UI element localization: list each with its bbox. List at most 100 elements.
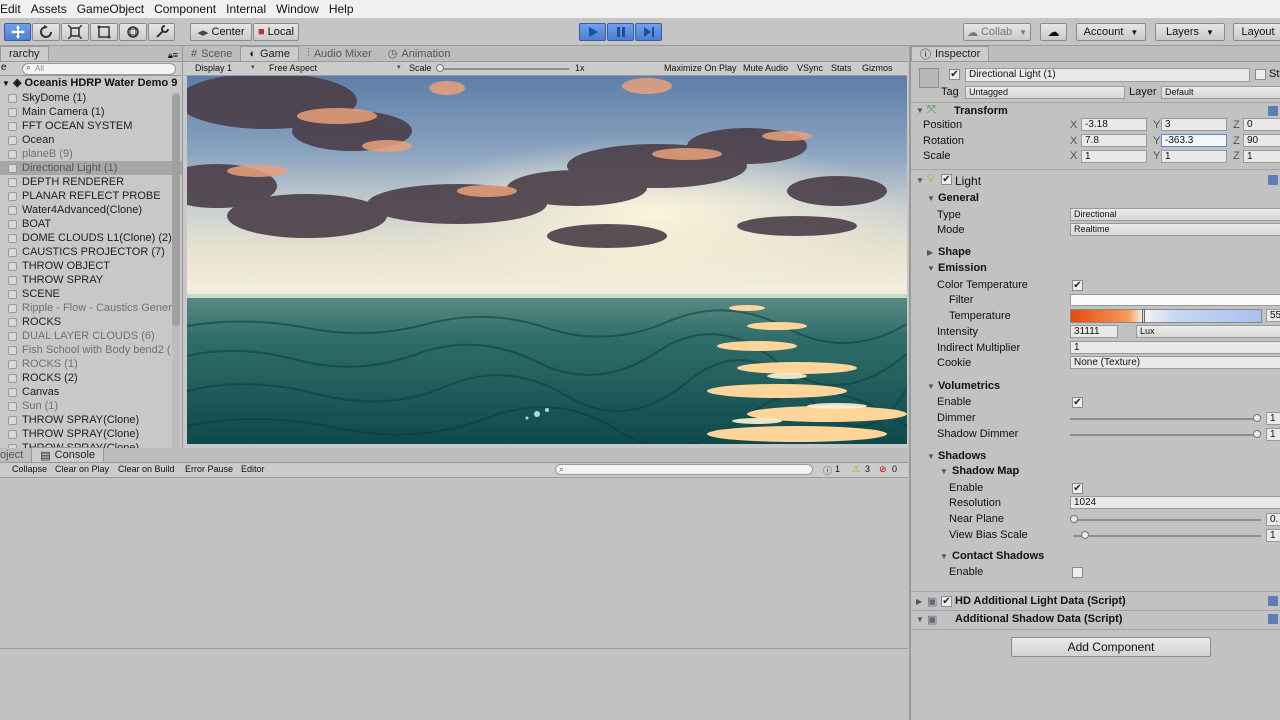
- color-temperature-checkbox[interactable]: ✔: [1072, 280, 1083, 291]
- hierarchy-item[interactable]: CAUSTICS PROJECTOR (7): [0, 245, 182, 259]
- static-checkbox[interactable]: [1255, 69, 1266, 80]
- hierarchy-item[interactable]: ROCKS (1): [0, 357, 182, 371]
- scene-header[interactable]: ▼ ◈ Oceanis HDRP Water Demo 9: [0, 76, 182, 91]
- add-component-button[interactable]: Add Component: [1011, 637, 1211, 657]
- error-icon[interactable]: ⊘: [879, 464, 887, 475]
- tab-scene[interactable]: # Scene: [183, 46, 240, 61]
- menu-help[interactable]: Help: [329, 2, 354, 16]
- create-dropdown[interactable]: e: [1, 62, 7, 73]
- shadow-dimmer-slider[interactable]: [1070, 434, 1258, 436]
- hierarchy-item[interactable]: planeB (9): [0, 147, 182, 161]
- foldout-icon[interactable]: ▼: [916, 615, 924, 624]
- type-dropdown[interactable]: Directional: [1070, 208, 1280, 221]
- hierarchy-item[interactable]: Water4Advanced(Clone): [0, 203, 182, 217]
- view-bias-field[interactable]: 1: [1266, 529, 1280, 542]
- tab-inspector[interactable]: ⓘ Inspector: [911, 46, 990, 61]
- scale-z-field[interactable]: 1: [1243, 150, 1280, 163]
- foldout-icon[interactable]: ▼: [940, 467, 948, 476]
- dimmer-field[interactable]: 1: [1266, 412, 1280, 425]
- hierarchy-item[interactable]: DEPTH RENDERER: [0, 175, 182, 189]
- indirect-multiplier-field[interactable]: 1: [1070, 341, 1280, 354]
- foldout-icon[interactable]: ▼: [916, 106, 924, 115]
- hierarchy-item[interactable]: DUAL LAYER CLOUDS (6): [0, 329, 182, 343]
- mode-dropdown[interactable]: Realtime: [1070, 223, 1280, 236]
- scrollbar-thumb[interactable]: [172, 94, 180, 326]
- hierarchy-item[interactable]: THROW SPRAY: [0, 273, 182, 287]
- scale-slider-knob[interactable]: [436, 64, 444, 72]
- maximize-on-play-toggle[interactable]: Maximize On Play: [664, 63, 737, 73]
- rotation-x-field[interactable]: 7.8: [1081, 134, 1147, 147]
- menu-assets[interactable]: Assets: [31, 2, 67, 16]
- help-icon[interactable]: [1268, 106, 1278, 116]
- layers-dropdown[interactable]: Layers ▼: [1155, 23, 1225, 41]
- tab-animation[interactable]: ◷ Animation: [380, 46, 459, 61]
- hierarchy-item[interactable]: THROW SPRAY(Clone): [0, 427, 182, 441]
- tab-project[interactable]: oject: [0, 447, 31, 462]
- near-plane-slider[interactable]: [1073, 519, 1261, 521]
- hierarchy-item[interactable]: ROCKS: [0, 315, 182, 329]
- pivot-local-button[interactable]: ■ Local: [253, 23, 299, 41]
- intensity-unit-dropdown[interactable]: Lux: [1136, 325, 1280, 338]
- foldout-icon[interactable]: ▼: [916, 176, 924, 185]
- menu-gameobject[interactable]: GameObject: [77, 2, 144, 16]
- hierarchy-item[interactable]: Main Camera (1): [0, 105, 182, 119]
- cloud-button[interactable]: ☁: [1040, 23, 1067, 41]
- near-plane-slider-knob[interactable]: [1070, 515, 1078, 523]
- light-enabled-checkbox[interactable]: ✔: [941, 174, 952, 185]
- clear-on-play-toggle[interactable]: Clear on Play: [55, 464, 109, 474]
- step-button[interactable]: [635, 23, 662, 41]
- help-icon[interactable]: [1268, 614, 1278, 624]
- scale-slider[interactable]: [439, 68, 569, 70]
- temperature-slider-knob[interactable]: [1142, 309, 1145, 323]
- foldout-right-icon[interactable]: ▶: [927, 248, 933, 257]
- hd-additional-enabled-checkbox[interactable]: ✔: [941, 596, 952, 607]
- game-viewport[interactable]: [187, 76, 907, 444]
- editor-dropdown[interactable]: Editor: [241, 464, 265, 474]
- foldout-icon[interactable]: ▼: [927, 264, 935, 273]
- clear-on-build-toggle[interactable]: Clear on Build: [118, 464, 175, 474]
- foldout-icon[interactable]: ▼: [940, 552, 948, 561]
- hierarchy-item[interactable]: Ripple - Flow - Caustics Gener: [0, 301, 182, 315]
- hierarchy-item[interactable]: SCENE: [0, 287, 182, 301]
- hierarchy-item[interactable]: Canvas: [0, 385, 182, 399]
- shadow-map-enable-checkbox[interactable]: ✔: [1072, 483, 1083, 494]
- position-y-field[interactable]: 3: [1161, 118, 1227, 131]
- menu-component[interactable]: Component: [154, 2, 216, 16]
- scale-y-field[interactable]: 1: [1161, 150, 1227, 163]
- cookie-field[interactable]: None (Texture): [1070, 356, 1280, 369]
- tab-game[interactable]: ◐ Game: [240, 46, 299, 61]
- intensity-field[interactable]: 31111: [1070, 325, 1118, 338]
- account-dropdown[interactable]: Account ▼: [1076, 23, 1146, 41]
- active-checkbox[interactable]: ✔: [949, 69, 960, 80]
- vsync-toggle[interactable]: VSync: [797, 63, 823, 73]
- position-z-field[interactable]: 0: [1243, 118, 1280, 131]
- view-bias-slider-knob[interactable]: [1081, 531, 1089, 539]
- volumetrics-enable-checkbox[interactable]: ✔: [1072, 397, 1083, 408]
- foldout-icon[interactable]: ▼: [927, 382, 935, 391]
- menu-internal[interactable]: Internal: [226, 2, 266, 16]
- rotation-z-field[interactable]: 90: [1243, 134, 1280, 147]
- stats-toggle[interactable]: Stats: [831, 63, 852, 73]
- layout-dropdown[interactable]: Layout: [1233, 23, 1280, 41]
- help-icon[interactable]: [1268, 175, 1278, 185]
- tag-dropdown[interactable]: Untagged: [965, 86, 1125, 99]
- resolution-field[interactable]: 1024: [1070, 496, 1280, 509]
- play-button[interactable]: [579, 23, 606, 41]
- foldout-icon[interactable]: ▼: [927, 452, 935, 461]
- scale-x-field[interactable]: 1: [1081, 150, 1147, 163]
- tab-console[interactable]: ▤ Console: [31, 447, 105, 462]
- console-search-input[interactable]: [555, 464, 813, 475]
- near-plane-field[interactable]: 0.: [1266, 513, 1280, 526]
- rect-tool-button[interactable]: [90, 23, 118, 41]
- hierarchy-item[interactable]: THROW SPRAY(Clone): [0, 413, 182, 427]
- contact-shadows-enable-checkbox[interactable]: [1072, 567, 1083, 578]
- dimmer-slider-knob[interactable]: [1253, 414, 1261, 422]
- temperature-slider[interactable]: [1070, 309, 1262, 323]
- hierarchy-item[interactable]: PLANAR REFLECT PROBE: [0, 189, 182, 203]
- hierarchy-item[interactable]: Directional Light (1): [0, 161, 182, 175]
- hierarchy-item[interactable]: Sun (1): [0, 399, 182, 413]
- display-dropdown[interactable]: Display 1: [195, 63, 232, 73]
- hierarchy-item[interactable]: BOAT: [0, 217, 182, 231]
- layer-dropdown[interactable]: Default: [1161, 86, 1280, 99]
- custom-tool-button[interactable]: [148, 23, 175, 41]
